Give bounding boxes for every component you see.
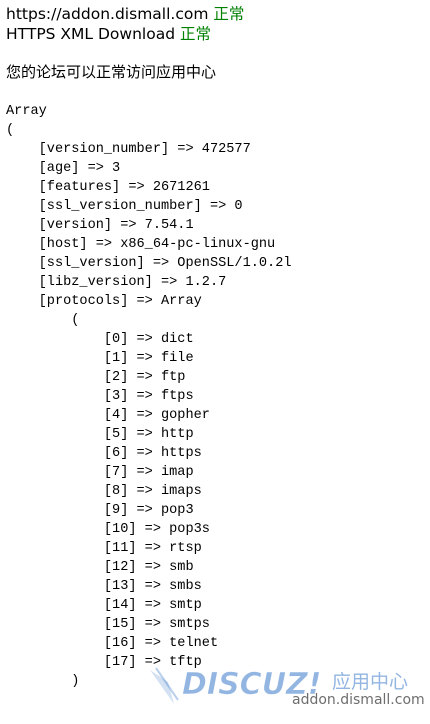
addon-status-line: https://addon.dismall.com 正常: [6, 4, 424, 24]
curl-version-dump: Array ( [version_number] => 472577 [age]…: [6, 104, 292, 689]
addon-host-text: https://addon.dismall.com: [6, 5, 209, 23]
access-message: 您的论坛可以正常访问应用中心: [6, 63, 217, 81]
https-xml-status-ok: 正常: [179, 25, 211, 43]
addon-status-ok: 正常: [213, 5, 245, 23]
https-xml-label: HTTPS XML Download: [6, 25, 176, 43]
page-content: https://addon.dismall.com 正常 HTTPS XML D…: [6, 4, 424, 724]
https-xml-status-line: HTTPS XML Download 正常: [6, 24, 424, 44]
